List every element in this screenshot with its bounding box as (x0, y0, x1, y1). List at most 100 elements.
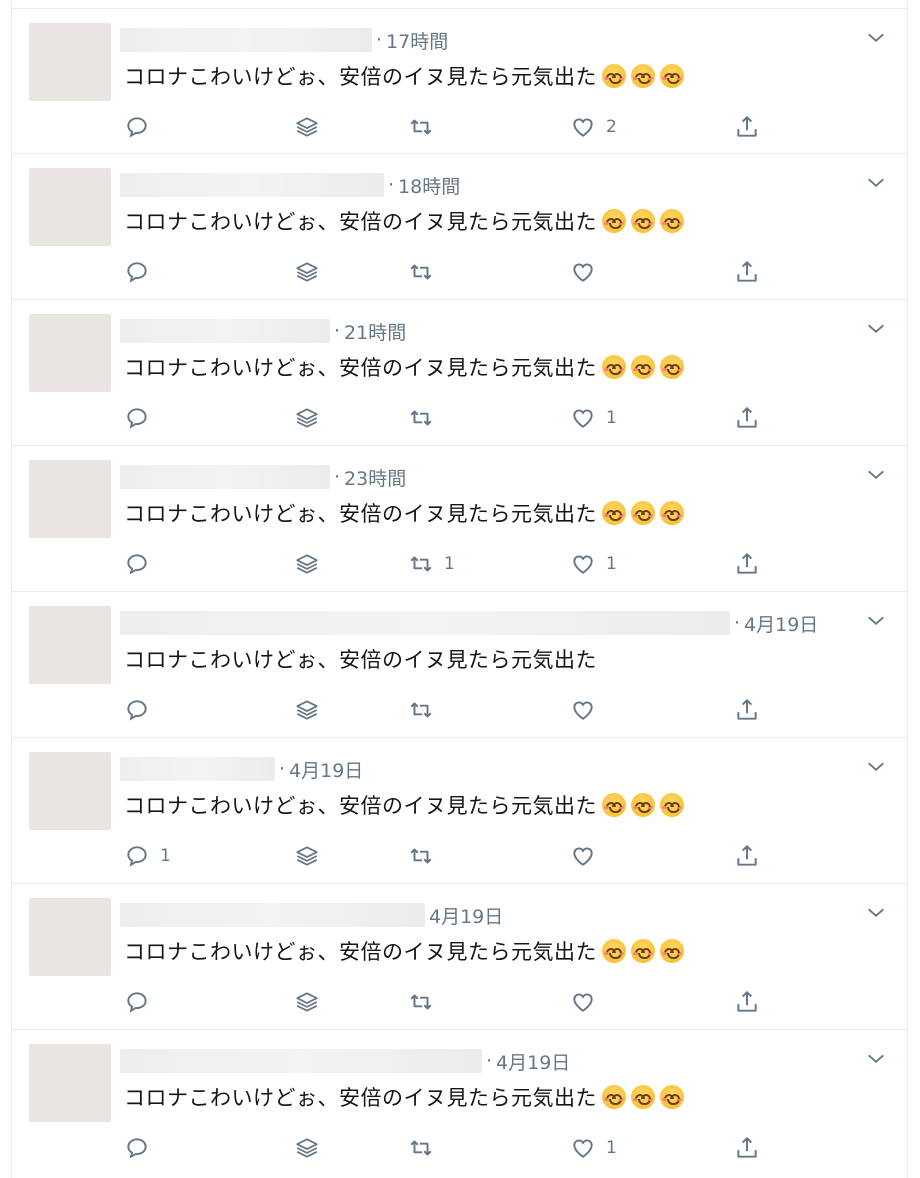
chevron-down-icon[interactable] (865, 464, 887, 486)
reply-button[interactable] (124, 694, 160, 726)
layers-button[interactable] (294, 548, 320, 580)
share-button[interactable] (734, 840, 760, 872)
avatar[interactable] (29, 168, 111, 246)
like-button[interactable]: 1 (570, 1132, 617, 1164)
tweet-text: コロナこわいけどぉ、安倍のイヌ見たら元気出た (124, 790, 684, 820)
chevron-down-icon[interactable] (865, 610, 887, 632)
layers-button[interactable] (294, 694, 320, 726)
layers-button[interactable] (294, 986, 320, 1018)
retweet-button[interactable] (408, 1132, 444, 1164)
tweet[interactable]: 4月19日 コロナこわいけどぉ、安倍のイヌ見たら元気出た (12, 884, 907, 1030)
avatar[interactable] (29, 314, 111, 392)
tweet[interactable]: · 23時間 コロナこわいけどぉ、安倍のイヌ見たら元気出た 1 1 (12, 446, 907, 592)
share-button[interactable] (734, 1132, 760, 1164)
timestamp[interactable]: 17時間 (386, 27, 448, 54)
like-count: 1 (606, 408, 617, 428)
retweet-icon (410, 264, 432, 280)
avatar[interactable] (29, 460, 111, 538)
timestamp[interactable]: 4月19日 (429, 902, 503, 929)
like-button[interactable] (570, 256, 606, 288)
reply-button[interactable]: 1 (124, 840, 171, 872)
like-button[interactable]: 1 (570, 548, 617, 580)
share-button[interactable] (734, 402, 760, 434)
layers-button[interactable] (294, 840, 320, 872)
smiling-face-emoji (660, 1085, 684, 1109)
like-button[interactable]: 1 (570, 402, 617, 434)
retweet-button[interactable]: 1 (408, 548, 455, 580)
retweet-icon (410, 410, 432, 426)
layers-icon (296, 117, 318, 137)
tweet[interactable]: · 4月19日 コロナこわいけどぉ、安倍のイヌ見たら元気出た 1 (12, 738, 907, 884)
user-name-redacted[interactable] (120, 757, 275, 781)
timestamp[interactable]: 4月19日 (744, 610, 818, 637)
retweet-button[interactable] (408, 402, 444, 434)
tweet[interactable]: · 17時間 コロナこわいけどぉ、安倍のイヌ見たら元気出た 2 (12, 8, 907, 154)
share-icon (737, 1137, 757, 1158)
user-name-redacted[interactable] (120, 465, 330, 489)
tweet-actions (124, 986, 784, 1018)
timestamp[interactable]: 4月19日 (289, 756, 363, 783)
tweet[interactable]: · 18時間 コロナこわいけどぉ、安倍のイヌ見たら元気出た (12, 154, 907, 300)
smiling-face-emoji (631, 501, 655, 525)
smiling-face-emoji (602, 793, 626, 817)
smiling-face-emoji (602, 501, 626, 525)
layers-button[interactable] (294, 402, 320, 434)
timestamp[interactable]: 4月19日 (496, 1048, 570, 1075)
share-button[interactable] (734, 694, 760, 726)
retweet-button[interactable] (408, 986, 444, 1018)
reply-button[interactable] (124, 402, 160, 434)
retweet-button[interactable] (408, 256, 444, 288)
tweet[interactable]: · 21時間 コロナこわいけどぉ、安倍のイヌ見たら元気出た 1 (12, 300, 907, 446)
user-name-redacted[interactable] (120, 1049, 482, 1073)
reply-icon (127, 1138, 147, 1159)
retweet-button[interactable] (408, 694, 444, 726)
share-button[interactable] (734, 548, 760, 580)
layers-icon (296, 846, 318, 866)
layers-button[interactable] (294, 111, 320, 143)
share-button[interactable] (734, 256, 760, 288)
retweet-button[interactable] (408, 111, 444, 143)
smiling-face-emoji (631, 939, 655, 963)
chevron-down-icon[interactable] (865, 318, 887, 340)
user-name-redacted[interactable] (120, 319, 330, 343)
like-button[interactable] (570, 694, 606, 726)
reply-button[interactable] (124, 1132, 160, 1164)
like-button[interactable]: 2 (570, 111, 617, 143)
tweet[interactable]: · 4月19日 コロナこわいけどぉ、安倍のイヌ見たら元気出た 1 (12, 1030, 907, 1176)
layers-button[interactable] (294, 256, 320, 288)
chevron-down-icon[interactable] (865, 1048, 887, 1070)
share-button[interactable] (734, 986, 760, 1018)
like-button[interactable] (570, 840, 606, 872)
layers-button[interactable] (294, 1132, 320, 1164)
chevron-down-icon[interactable] (865, 902, 887, 924)
reply-button[interactable] (124, 111, 160, 143)
timestamp[interactable]: 21時間 (344, 318, 406, 345)
tweet[interactable]: · 4月19日 コロナこわいけどぉ、安倍のイヌ見たら元気出た (12, 592, 907, 738)
reply-button[interactable] (124, 548, 160, 580)
retweet-button[interactable] (408, 840, 444, 872)
chevron-down-icon[interactable] (865, 756, 887, 778)
user-name-redacted[interactable] (120, 611, 730, 635)
chevron-down-icon[interactable] (865, 172, 887, 194)
smiling-face-emoji (602, 1085, 626, 1109)
user-name-redacted[interactable] (120, 903, 425, 927)
tweet-header: · 4月19日 (120, 610, 818, 636)
reply-button[interactable] (124, 986, 160, 1018)
like-button[interactable] (570, 986, 606, 1018)
user-name-redacted[interactable] (120, 28, 372, 52)
avatar[interactable] (29, 1044, 111, 1122)
share-icon (737, 991, 757, 1012)
smiling-face-emoji (660, 501, 684, 525)
chevron-down-icon[interactable] (865, 27, 887, 49)
avatar[interactable] (29, 752, 111, 830)
reply-button[interactable] (124, 256, 160, 288)
user-name-redacted[interactable] (120, 173, 384, 197)
timestamp[interactable]: 18時間 (398, 172, 460, 199)
share-button[interactable] (734, 111, 760, 143)
avatar[interactable] (29, 898, 111, 976)
tweet-header: · 18時間 (120, 172, 460, 198)
timestamp[interactable]: 23時間 (344, 464, 406, 491)
retweet-icon (410, 1140, 432, 1156)
avatar[interactable] (29, 606, 111, 684)
avatar[interactable] (29, 23, 111, 101)
